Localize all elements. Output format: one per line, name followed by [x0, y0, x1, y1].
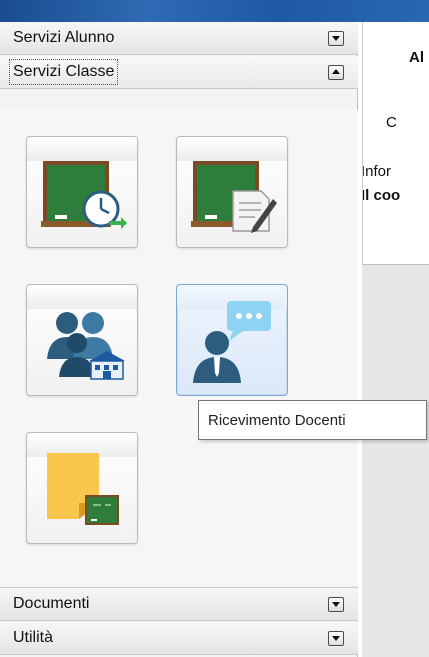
collapse-toggle-icon[interactable]	[328, 64, 344, 80]
parents-school-icon	[47, 312, 125, 380]
main-content: Al C Infor Il coo	[362, 22, 429, 657]
tooltip-text: Ricevimento Docenti	[208, 411, 346, 429]
accordion-header-servizi-classe[interactable]: Servizi Classe	[0, 56, 358, 89]
content-panel: Al C Infor Il coo	[362, 22, 429, 265]
app-window: Servizi Alunno Servizi Classe Documenti …	[0, 0, 429, 657]
content-heading: Al	[409, 49, 424, 66]
tile-sticky-note-chalkboard[interactable]	[26, 432, 138, 544]
content-text: C	[386, 114, 397, 131]
accordion-header-documenti[interactable]: Documenti	[0, 588, 358, 621]
chalkboard-document-icon	[191, 161, 277, 233]
content-text-bold: Il coo	[362, 187, 401, 204]
accordion-label: Servizi Alunno	[13, 29, 115, 46]
servizi-classe-panel	[0, 110, 358, 588]
tile-chalkboard-clock[interactable]	[26, 136, 138, 248]
expand-toggle-icon[interactable]	[328, 596, 344, 612]
content-text: Infor	[362, 163, 392, 180]
accordion-label: Documenti	[13, 595, 90, 612]
accordion-label: Utilità	[13, 629, 54, 646]
sidebar-accordion: Servizi Alunno Servizi Classe Documenti …	[0, 22, 358, 657]
accordion-label: Servizi Classe	[8, 59, 119, 85]
tile-chalkboard-document[interactable]	[176, 136, 288, 248]
accordion-header-servizi-alunno[interactable]: Servizi Alunno	[0, 22, 358, 55]
top-banner	[0, 0, 429, 22]
tile-parents-school[interactable]	[26, 284, 138, 396]
tooltip: Ricevimento Docenti	[198, 400, 427, 440]
accordion-header-utilita[interactable]: Utilità	[0, 622, 358, 655]
chalkboard-clock-icon	[41, 161, 127, 229]
teacher-speech-bubble-icon	[193, 301, 271, 383]
tile-ricevimento-docenti[interactable]	[176, 284, 288, 396]
expand-toggle-icon[interactable]	[328, 630, 344, 646]
sticky-note-chalkboard-icon	[47, 453, 119, 525]
expand-toggle-icon[interactable]	[328, 30, 344, 46]
